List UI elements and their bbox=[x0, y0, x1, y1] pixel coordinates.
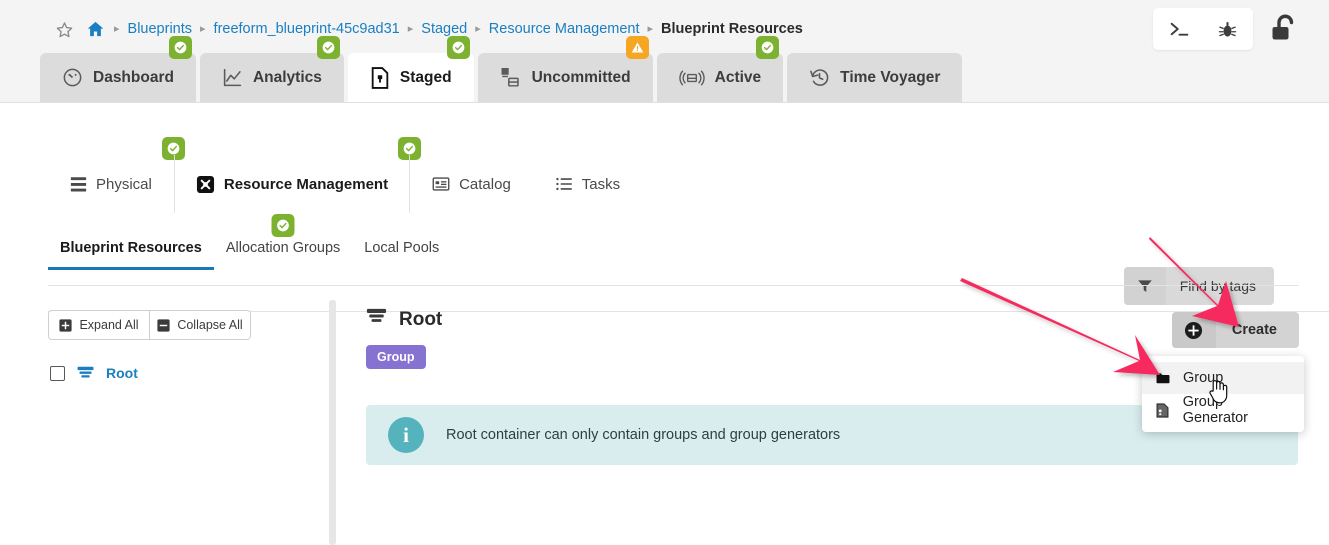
tertiary-tab-label: Local Pools bbox=[364, 240, 440, 256]
breadcrumb-item-staged[interactable]: Staged bbox=[421, 21, 467, 37]
history-icon bbox=[809, 67, 830, 88]
plus-square-icon bbox=[59, 318, 73, 332]
minus-square-icon bbox=[157, 318, 170, 332]
subtab-label: Catalog bbox=[459, 175, 511, 193]
breadcrumb-separator: ▸ bbox=[200, 22, 206, 35]
breadcrumb-item-current: Blueprint Resources bbox=[661, 21, 803, 37]
subtab-physical[interactable]: Physical bbox=[48, 137, 185, 213]
plus-circle-icon bbox=[1171, 312, 1216, 348]
tree-item-root[interactable]: Root bbox=[48, 365, 328, 381]
collapse-all-button[interactable]: Collapse All bbox=[149, 311, 250, 339]
status-badge-ok bbox=[756, 36, 780, 59]
subtab-label: Resource Management bbox=[223, 175, 389, 193]
tab-label: Staged bbox=[399, 68, 452, 86]
document-icon bbox=[370, 66, 390, 89]
create-button-label: Create bbox=[1231, 322, 1277, 338]
secondary-tab-bar: Physical Resource Management Catalog Tas… bbox=[48, 137, 642, 213]
gauge-icon bbox=[62, 67, 83, 88]
tab-dashboard[interactable]: Dashboard bbox=[40, 36, 196, 102]
detail-title-row: Root bbox=[366, 308, 1299, 331]
line-chart-icon bbox=[222, 67, 243, 88]
panel-resize-handle[interactable] bbox=[329, 300, 336, 545]
tab-time-voyager[interactable]: Time Voyager bbox=[787, 53, 963, 102]
breadcrumb-item-blueprints[interactable]: Blueprints bbox=[128, 21, 192, 37]
menu-item-label: Group Generator bbox=[1182, 394, 1248, 426]
tree-root-label[interactable]: Root bbox=[106, 365, 138, 381]
home-icon[interactable] bbox=[87, 21, 104, 37]
tertiary-tab-bar: Blueprint Resources Allocation Groups Lo… bbox=[48, 214, 451, 270]
expand-all-label: Expand All bbox=[79, 318, 139, 332]
tertiary-tab-divider bbox=[48, 285, 1299, 286]
subtab-resource-management[interactable]: Resource Management bbox=[173, 137, 422, 213]
breadcrumb-item-blueprint-id[interactable]: freeform_blueprint-45c9ad31 bbox=[214, 21, 400, 37]
header-tools bbox=[1153, 8, 1299, 50]
status-badge-ok bbox=[446, 36, 470, 59]
file-gear-icon bbox=[1156, 402, 1170, 418]
breadcrumb-separator: ▸ bbox=[407, 22, 414, 35]
create-button[interactable]: Create bbox=[1171, 312, 1299, 348]
tree-controls: Expand All Collapse All bbox=[48, 310, 251, 340]
page-header: ▸ Blueprints ▸ freeform_blueprint-45c9ad… bbox=[0, 0, 1329, 103]
primary-tab-bar: Dashboard Analytics Staged Uncommitted A… bbox=[40, 36, 966, 102]
tertiary-tab-allocation-groups[interactable]: Allocation Groups bbox=[214, 214, 352, 270]
tab-label: Active bbox=[714, 68, 762, 86]
breadcrumb: ▸ Blueprints ▸ freeform_blueprint-45c9ad… bbox=[56, 16, 803, 42]
broadcast-icon bbox=[678, 68, 705, 88]
boxes-icon bbox=[500, 67, 522, 88]
container-icon bbox=[366, 308, 387, 331]
tertiary-tab-blueprint-resources[interactable]: Blueprint Resources bbox=[48, 240, 214, 270]
secondary-tab-zone: Physical Resource Management Catalog Tas… bbox=[0, 103, 1329, 312]
application-window: ▸ Blueprints ▸ freeform_blueprint-45c9ad… bbox=[0, 0, 1329, 545]
menu-item-group[interactable]: Group bbox=[1142, 362, 1304, 394]
folder-icon bbox=[1156, 372, 1170, 385]
list-icon bbox=[555, 175, 573, 193]
menu-item-group-generator[interactable]: Group Generator bbox=[1142, 394, 1304, 426]
info-icon: i bbox=[388, 417, 424, 453]
page-title: Root bbox=[399, 308, 443, 330]
resource-type-badge: Group bbox=[366, 345, 426, 369]
tree-root-checkbox[interactable] bbox=[50, 365, 65, 381]
breadcrumb-separator: ▸ bbox=[647, 22, 654, 35]
filter-icon bbox=[1123, 267, 1166, 305]
tab-staged[interactable]: Staged bbox=[347, 36, 474, 102]
find-by-tags-button[interactable]: Find by tags bbox=[1123, 267, 1274, 305]
tab-active[interactable]: Active bbox=[656, 36, 784, 102]
bug-icon[interactable] bbox=[1218, 20, 1237, 39]
tertiary-tab-label: Allocation Groups bbox=[225, 240, 341, 256]
status-badge-warning bbox=[625, 36, 649, 59]
tertiary-tab-local-pools[interactable]: Local Pools bbox=[352, 240, 451, 270]
subtab-label: Physical bbox=[96, 175, 152, 193]
status-badge-ok bbox=[271, 214, 295, 237]
find-by-tags-label: Find by tags bbox=[1179, 278, 1256, 294]
terminal-icon[interactable] bbox=[1169, 20, 1190, 38]
breadcrumb-item-resource-management[interactable]: Resource Management bbox=[489, 21, 640, 37]
status-badge-ok bbox=[168, 36, 192, 59]
breadcrumb-separator: ▸ bbox=[475, 22, 481, 35]
catalog-icon bbox=[432, 175, 450, 193]
resource-tree-panel: Expand All Collapse All Root bbox=[48, 310, 328, 381]
tab-label: Analytics bbox=[252, 68, 322, 86]
subtab-label: Tasks bbox=[581, 175, 621, 193]
resource-icon bbox=[196, 175, 215, 194]
menu-item-label: Group bbox=[1183, 370, 1224, 386]
info-banner-message: Root container can only contain groups a… bbox=[446, 427, 841, 443]
racks-icon bbox=[70, 176, 87, 193]
container-icon bbox=[77, 366, 94, 381]
tab-label: Time Voyager bbox=[840, 68, 941, 86]
status-badge-ok bbox=[316, 36, 340, 59]
header-tool-pill bbox=[1153, 8, 1253, 50]
tab-label: Uncommitted bbox=[531, 68, 631, 86]
tab-label: Dashboard bbox=[93, 68, 174, 86]
collapse-all-label: Collapse All bbox=[177, 318, 243, 332]
star-outline-icon[interactable] bbox=[56, 21, 73, 38]
tab-analytics[interactable]: Analytics bbox=[199, 36, 344, 102]
unlock-icon[interactable] bbox=[1269, 13, 1299, 45]
create-dropdown-menu: Group Group Generator bbox=[1142, 356, 1304, 432]
subtab-catalog[interactable]: Catalog bbox=[410, 155, 533, 213]
expand-all-button[interactable]: Expand All bbox=[49, 311, 149, 339]
tab-uncommitted[interactable]: Uncommitted bbox=[477, 36, 653, 102]
subtab-tasks[interactable]: Tasks bbox=[533, 155, 642, 213]
tertiary-tab-label: Blueprint Resources bbox=[60, 240, 202, 256]
breadcrumb-separator: ▸ bbox=[114, 22, 120, 35]
